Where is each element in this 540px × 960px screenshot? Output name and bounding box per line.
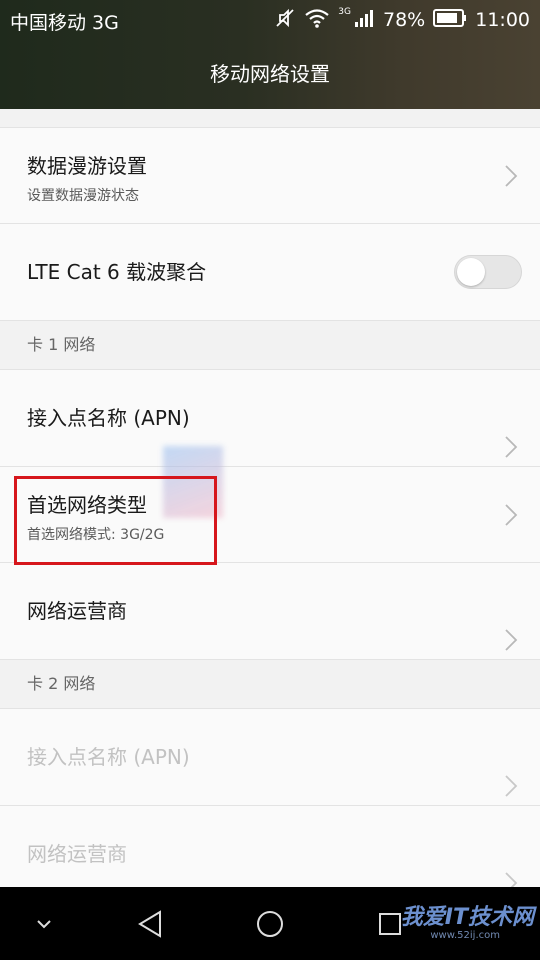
chevron-right-icon bbox=[504, 842, 518, 887]
watermark-logo: 我爱IT技术网 bbox=[400, 905, 534, 930]
status-icons: 3G 78% 11:00 bbox=[266, 6, 530, 34]
chevron-right-icon bbox=[504, 503, 518, 531]
toggle-knob bbox=[457, 258, 485, 286]
top-spacer bbox=[0, 109, 540, 127]
back-triangle-icon bbox=[138, 909, 161, 938]
sim1-apn-item[interactable]: 接入点名称 (APN) bbox=[0, 369, 540, 466]
sim1-section-header: 卡 1 网络 bbox=[0, 320, 540, 369]
sim2-operator-title: 网络运营商 bbox=[27, 842, 127, 866]
wifi-icon bbox=[304, 7, 330, 33]
network-type-title: 首选网络类型 bbox=[27, 493, 147, 517]
sim1-operator-item[interactable]: 网络运营商 bbox=[0, 562, 540, 659]
lte-title: LTE Cat 6 载波聚合 bbox=[27, 260, 207, 284]
mute-icon bbox=[274, 7, 296, 33]
roaming-title: 数据漫游设置 bbox=[27, 154, 147, 178]
battery-percent: 78% bbox=[383, 9, 426, 31]
image-smudge bbox=[163, 446, 223, 518]
sim1-operator-title: 网络运营商 bbox=[27, 599, 127, 623]
signal-icon bbox=[353, 7, 375, 33]
chevron-right-icon bbox=[504, 599, 518, 695]
home-circle-icon bbox=[257, 910, 283, 937]
sim2-apn-title: 接入点名称 (APN) bbox=[27, 745, 190, 769]
watermark-url: www.52ij.com bbox=[430, 930, 500, 941]
settings-list[interactable]: 数据漫游设置 设置数据漫游状态 LTE Cat 6 载波聚合 卡 1 网络 接入… bbox=[0, 109, 540, 887]
recents-square-icon bbox=[379, 912, 401, 935]
status-bar: 中国移动 3G 3G 78% 11:00 bbox=[0, 0, 540, 40]
sim2-section-header: 卡 2 网络 bbox=[0, 659, 540, 708]
sim2-operator-item: 网络运营商 bbox=[0, 805, 540, 887]
page-title: 移动网络设置 bbox=[210, 62, 330, 86]
roaming-subtitle: 设置数据漫游状态 bbox=[27, 188, 139, 204]
sim1-network-type-item[interactable]: 首选网络类型 首选网络模式: 3G/2G bbox=[0, 466, 540, 562]
network-type-label: 3G bbox=[338, 7, 351, 17]
sim1-apn-title: 接入点名称 (APN) bbox=[27, 406, 190, 430]
sim2-apn-item: 接入点名称 (APN) bbox=[0, 708, 540, 805]
chevron-right-icon bbox=[504, 164, 518, 192]
chevron-down-icon bbox=[37, 919, 51, 928]
hide-nav-button[interactable] bbox=[20, 887, 68, 960]
app-header: 中国移动 3G 3G 78% 11:00 移动网络设置 bbox=[0, 0, 540, 109]
network-type-subtitle: 首选网络模式: 3G/2G bbox=[27, 527, 165, 543]
back-button[interactable] bbox=[126, 887, 174, 960]
battery-icon bbox=[433, 8, 467, 32]
clock: 11:00 bbox=[475, 9, 530, 31]
roaming-settings-item[interactable]: 数据漫游设置 设置数据漫游状态 bbox=[0, 127, 540, 223]
carrier-name: 中国移动 3G bbox=[10, 12, 119, 34]
home-button[interactable] bbox=[246, 887, 294, 960]
lte-toggle-switch[interactable] bbox=[454, 255, 522, 289]
lte-carrier-aggregation-item[interactable]: LTE Cat 6 载波聚合 bbox=[0, 223, 540, 320]
